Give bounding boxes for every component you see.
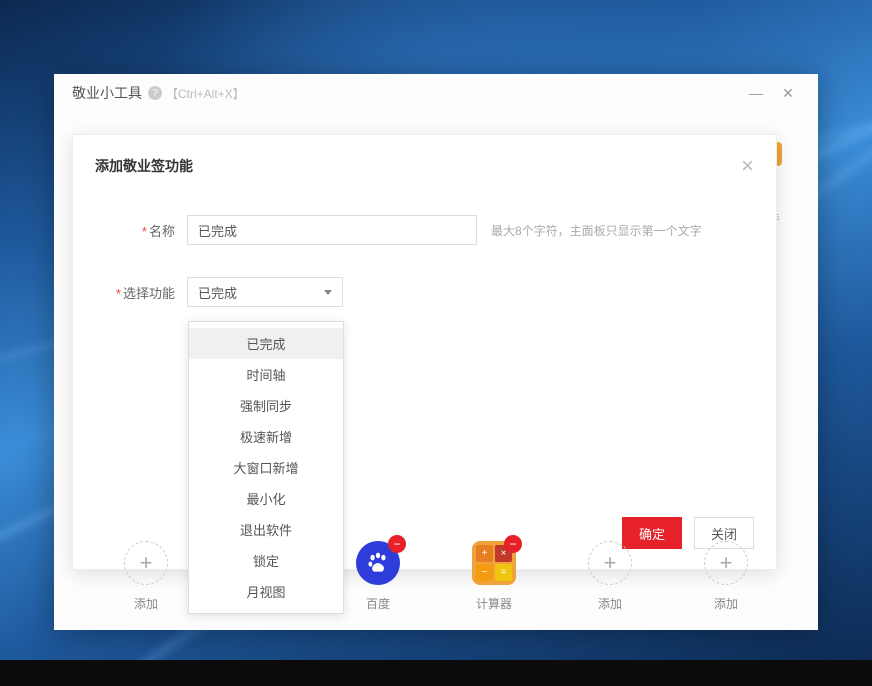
minimize-button[interactable]: —: [740, 85, 772, 101]
tool-slot: + 添加: [124, 541, 168, 612]
close-window-button[interactable]: ✕: [772, 85, 804, 102]
select-value: 已完成: [198, 283, 237, 302]
tool-label: 添加: [714, 595, 738, 612]
paw-icon: [365, 550, 391, 576]
modal-header: 添加敬业签功能 ×: [95, 155, 754, 177]
dropdown-option[interactable]: 退出软件: [189, 514, 343, 545]
tool-label: 计算器: [476, 595, 512, 612]
name-label: *名称: [95, 221, 187, 240]
dropdown-option[interactable]: 最小化: [189, 483, 343, 514]
help-icon[interactable]: ?: [148, 86, 162, 100]
tool-slot-baidu: − 百度: [356, 541, 400, 612]
dropdown-option[interactable]: 月视图: [189, 576, 343, 607]
tool-label: 百度: [366, 595, 390, 612]
tool-slot: + 添加: [588, 541, 632, 612]
modal-title: 添加敬业签功能: [95, 156, 193, 176]
calculator-icon[interactable]: + × − = −: [472, 541, 516, 585]
app-window: 敬业小工具 ? 【Ctrl+Alt+X】 — ✕ 寺 添加敬业签功能 × *名称…: [54, 74, 818, 630]
add-function-modal: 添加敬业签功能 × *名称 最大8个字符，主面板只显示第一个文字 *选择功能 已…: [72, 134, 777, 570]
add-tool-button[interactable]: +: [704, 541, 748, 585]
shortcut-hint: 【Ctrl+Alt+X】: [166, 85, 245, 102]
dropdown-option[interactable]: 强制同步: [189, 390, 343, 421]
select-label: *选择功能: [95, 283, 187, 302]
select-row: *选择功能 已完成: [95, 277, 754, 307]
dropdown-option[interactable]: 大窗口新增: [189, 452, 343, 483]
tool-slot-calculator: + × − = − 计算器: [472, 541, 516, 612]
name-hint: 最大8个字符，主面板只显示第一个文字: [491, 222, 702, 239]
baidu-icon[interactable]: −: [356, 541, 400, 585]
tool-label: 添加: [598, 595, 622, 612]
function-select[interactable]: 已完成: [187, 277, 343, 307]
tool-row: + 添加 + 添加 − 百度 + × −: [54, 541, 818, 612]
add-tool-button[interactable]: +: [124, 541, 168, 585]
name-row: *名称 最大8个字符，主面板只显示第一个文字: [95, 215, 754, 245]
tool-slot: + 添加: [704, 541, 748, 612]
modal-close-button[interactable]: ×: [741, 155, 754, 177]
dropdown-option[interactable]: 已完成: [189, 328, 343, 359]
dropdown-option[interactable]: 锁定: [189, 545, 343, 576]
function-dropdown: 已完成 时间轴 强制同步 极速新增 大窗口新增 最小化 退出软件 锁定 月视图: [188, 321, 344, 614]
titlebar: 敬业小工具 ? 【Ctrl+Alt+X】 — ✕: [54, 74, 818, 112]
remove-tool-badge[interactable]: −: [504, 535, 522, 553]
add-tool-button[interactable]: +: [588, 541, 632, 585]
chevron-down-icon: [324, 290, 332, 295]
dropdown-option[interactable]: 极速新增: [189, 421, 343, 452]
tool-label: 添加: [134, 595, 158, 612]
remove-tool-badge[interactable]: −: [388, 535, 406, 553]
dropdown-option[interactable]: 时间轴: [189, 359, 343, 390]
taskbar[interactable]: [0, 660, 872, 686]
name-input[interactable]: [187, 215, 477, 245]
app-title: 敬业小工具: [72, 83, 142, 103]
